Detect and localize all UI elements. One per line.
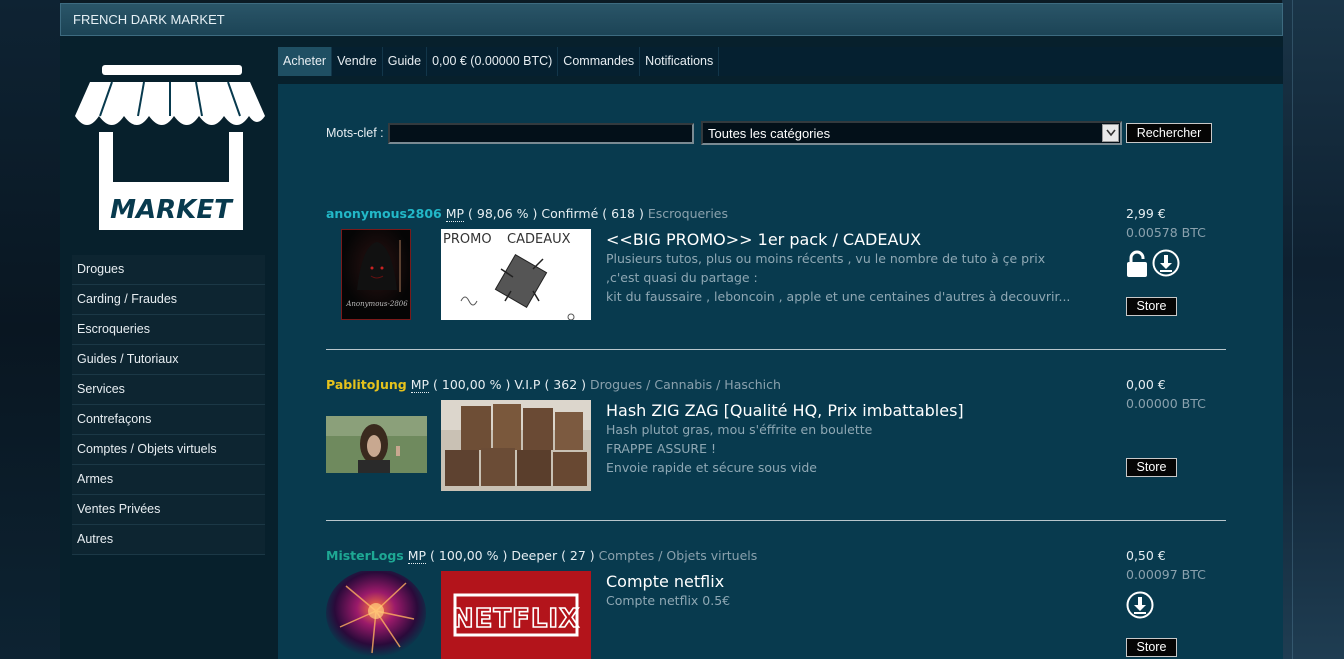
seller-sales-count: ( 27 ) <box>561 548 595 563</box>
price-eur: 0,50 € <box>1126 548 1166 563</box>
main-nav: Acheter Vendre Guide 0,00 € (0.00000 BTC) Co… <box>278 47 1283 76</box>
category-select[interactable]: Toutes les catégories <box>701 121 1122 145</box>
sidebar-category-item[interactable]: Escroqueries <box>72 315 265 345</box>
seller-name[interactable]: PablitoJung <box>326 377 407 392</box>
search-row: Mots-clef : <box>326 122 694 144</box>
svg-text:PROMO: PROMO <box>443 232 492 247</box>
keyword-label: Mots-clef : <box>326 126 384 140</box>
listing-item: PablitoJung MP ( 100,00 % ) V.I.P ( 362 … <box>326 377 1226 497</box>
download-icon[interactable] <box>1152 249 1180 280</box>
seller-name[interactable]: MisterLogs <box>326 548 404 563</box>
seller-avatar: Anonymous-2806 <box>341 229 411 320</box>
download-icon[interactable] <box>1126 591 1154 622</box>
listing-title[interactable]: <<BIG PROMO>> 1er pack / CADEAUX <box>606 230 921 249</box>
nav-tab[interactable]: Vendre <box>332 47 383 76</box>
background-right <box>1282 0 1344 659</box>
seller-sales-count: ( 618 ) <box>602 206 644 221</box>
nav-tab[interactable]: Guide <box>383 47 428 76</box>
app-title: FRENCH DARK MARKET <box>73 12 225 27</box>
product-image[interactable] <box>441 400 591 491</box>
logo-text: MARKET <box>110 195 234 225</box>
seller-line: PablitoJung MP ( 100,00 % ) V.I.P ( 362 … <box>326 377 781 393</box>
sidebar-category-item[interactable]: Services <box>72 375 265 405</box>
seller-rating: ( 98,06 % ) <box>468 206 538 221</box>
seller-level: Confirmé <box>541 206 599 221</box>
seller-rating: ( 100,00 % ) <box>430 548 508 563</box>
price-btc: 0.00000 BTC <box>1126 396 1206 411</box>
store-button[interactable]: Store <box>1126 458 1177 477</box>
seller-line: MisterLogs MP ( 100,00 % ) Deeper ( 27 )… <box>326 548 758 564</box>
store-button[interactable]: Store <box>1126 638 1177 657</box>
listing-category[interactable]: Drogues / Cannabis / Haschich <box>590 377 781 392</box>
product-image[interactable]: PROMO CADEAUX <box>441 229 591 320</box>
listing-divider <box>326 349 1226 350</box>
listing-divider <box>326 520 1226 521</box>
listing-description: Plusieurs tutos, plus ou moins récents ,… <box>606 251 1071 304</box>
listing-description: Compte netflix 0.5€ <box>606 593 731 608</box>
sidebar-category-item[interactable]: Ventes Privées <box>72 495 265 525</box>
price-eur: 2,99 € <box>1126 206 1166 221</box>
title-bar: FRENCH DARK MARKET <box>60 3 1283 36</box>
nav-tab[interactable]: Commandes <box>558 47 641 76</box>
price-eur: 0,00 € <box>1126 377 1166 392</box>
listing-title[interactable]: Hash ZIG ZAG [Qualité HQ, Prix imbattabl… <box>606 401 964 420</box>
storefront-icon: MARKET <box>75 65 265 230</box>
listing-description: Hash plutot gras, mou s'éffrite en boule… <box>606 422 873 475</box>
unlock-icon[interactable] <box>1126 250 1148 281</box>
listing-category[interactable]: Comptes / Objets virtuels <box>599 548 758 563</box>
price-btc: 0.00097 BTC <box>1126 567 1206 582</box>
listing-category[interactable]: Escroqueries <box>648 206 728 221</box>
avatar-caption: Anonymous-2806 <box>345 300 408 308</box>
keyword-input[interactable] <box>387 122 694 144</box>
seller-name[interactable]: anonymous2806 <box>326 206 442 221</box>
sidebar-category-item[interactable]: Comptes / Objets virtuels <box>72 435 265 465</box>
search-button[interactable]: Rechercher <box>1126 123 1212 143</box>
sidebar-category-item[interactable]: Autres <box>72 525 265 555</box>
listing-item: MisterLogs MP ( 100,00 % ) Deeper ( 27 )… <box>326 548 1226 659</box>
message-link[interactable]: MP <box>445 206 465 222</box>
seller-rating: ( 100,00 % ) <box>433 377 511 392</box>
seller-level: V.I.P <box>514 377 541 392</box>
nav-tab[interactable]: Notifications <box>640 47 720 76</box>
listing-item: anonymous2806 MP ( 98,06 % ) Confirmé ( … <box>326 206 1226 326</box>
seller-avatar <box>326 416 427 473</box>
listing-title[interactable]: Compte netflix <box>606 572 724 591</box>
product-image[interactable]: NETFLIX <box>441 571 591 659</box>
price-btc: 0.00578 BTC <box>1126 225 1206 240</box>
sidebar-category-item[interactable]: Contrefaçons <box>72 405 265 435</box>
sidebar-category-item[interactable]: Guides / Tutoriaux <box>72 345 265 375</box>
market-logo[interactable]: MARKET <box>72 58 268 238</box>
seller-sales-count: ( 362 ) <box>544 377 586 392</box>
chevron-down-icon[interactable] <box>1102 124 1119 142</box>
seller-avatar <box>326 571 427 657</box>
seller-level: Deeper <box>511 548 558 563</box>
category-select-value: Toutes les catégories <box>708 126 831 141</box>
sidebar-category-item[interactable]: Carding / Fraudes <box>72 285 265 315</box>
seller-line: anonymous2806 MP ( 98,06 % ) Confirmé ( … <box>326 206 728 222</box>
svg-text:CADEAUX: CADEAUX <box>507 232 571 247</box>
message-link[interactable]: MP <box>410 377 430 393</box>
nav-tab[interactable]: 0,00 € (0.00000 BTC) <box>427 47 559 76</box>
background-left <box>0 0 60 659</box>
message-link[interactable]: MP <box>407 548 427 564</box>
svg-text:NETFLIX: NETFLIX <box>452 604 580 634</box>
nav-tab[interactable]: Acheter <box>278 47 333 76</box>
store-button[interactable]: Store <box>1126 297 1177 316</box>
category-sidebar: Drogues Carding / Fraudes Escroqueries Guid… <box>72 255 265 555</box>
sidebar-category-item[interactable]: Armes <box>72 465 265 495</box>
sidebar-category-item[interactable]: Drogues <box>72 255 265 285</box>
